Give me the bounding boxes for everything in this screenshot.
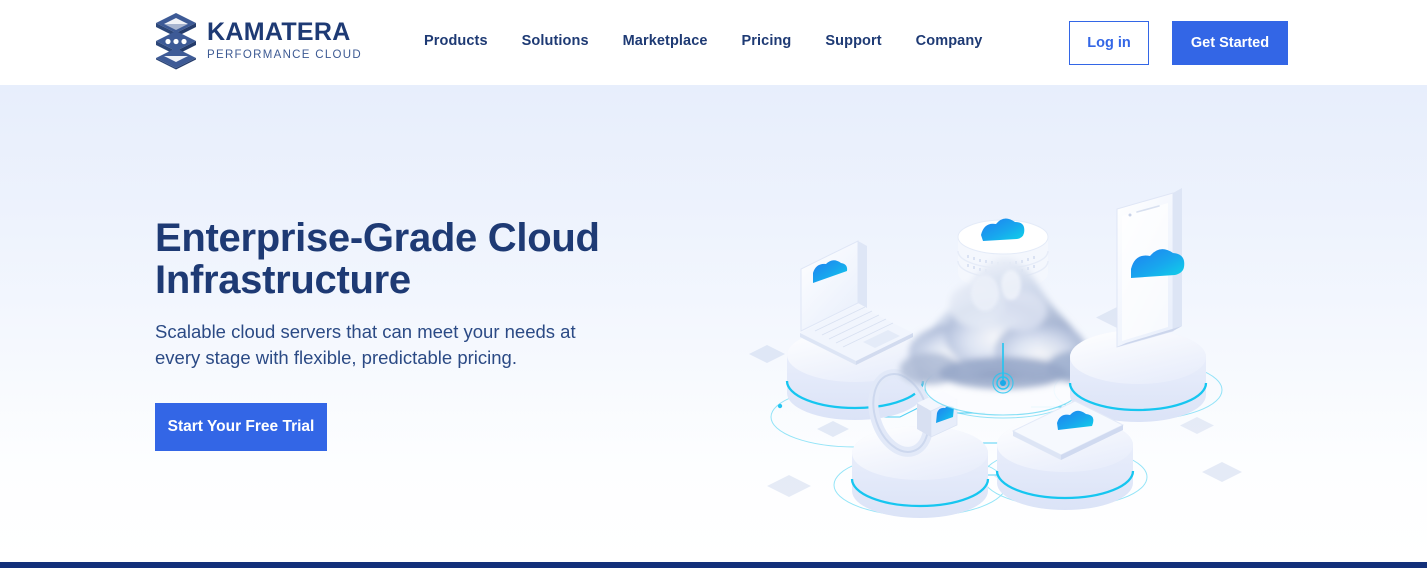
brand-logo[interactable]: KAMATERA PERFORMANCE CLOUD bbox=[155, 12, 362, 70]
brand-name: KAMATERA bbox=[207, 18, 351, 47]
brand-tagline: PERFORMANCE CLOUD bbox=[207, 49, 363, 62]
stacked-hexagon-layers-icon bbox=[156, 13, 196, 70]
hero-subtitle: Scalable cloud servers that can meet you… bbox=[155, 321, 576, 368]
landing-page: KAMATERA PERFORMANCE CLOUD Products Solu… bbox=[0, 0, 1427, 568]
nav-item-company[interactable]: Company bbox=[916, 33, 983, 49]
nav-item-products[interactable]: Products bbox=[424, 33, 488, 49]
site-header: KAMATERA PERFORMANCE CLOUD Products Solu… bbox=[0, 0, 1427, 85]
get-started-button[interactable]: Get Started bbox=[1172, 21, 1288, 65]
footer-accent-band bbox=[0, 562, 1427, 568]
hero-title: Enterprise-Grade Cloud Infrastructure bbox=[155, 216, 600, 302]
isometric-cloud-infrastructure-illustration bbox=[749, 188, 1242, 518]
nav-item-solutions[interactable]: Solutions bbox=[522, 33, 589, 49]
nav-item-pricing[interactable]: Pricing bbox=[742, 33, 792, 49]
tablet-phone-on-pedestal bbox=[1068, 188, 1208, 422]
header-actions: Log in Get Started bbox=[1069, 21, 1288, 65]
start-free-trial-button[interactable]: Start Your Free Trial bbox=[155, 403, 327, 452]
login-button[interactable]: Log in bbox=[1069, 21, 1149, 65]
main-navigation: Products Solutions Marketplace Pricing S… bbox=[424, 33, 982, 49]
nav-item-marketplace[interactable]: Marketplace bbox=[623, 33, 708, 49]
laptop-on-pedestal bbox=[785, 240, 925, 420]
nav-item-support[interactable]: Support bbox=[825, 33, 881, 49]
hero-section: Enterprise-Grade Cloud Infrastructure Sc… bbox=[0, 85, 1427, 562]
hero-copy: Enterprise-Grade Cloud Infrastructure Sc… bbox=[155, 216, 675, 452]
hero-illustration bbox=[745, 185, 1265, 525]
